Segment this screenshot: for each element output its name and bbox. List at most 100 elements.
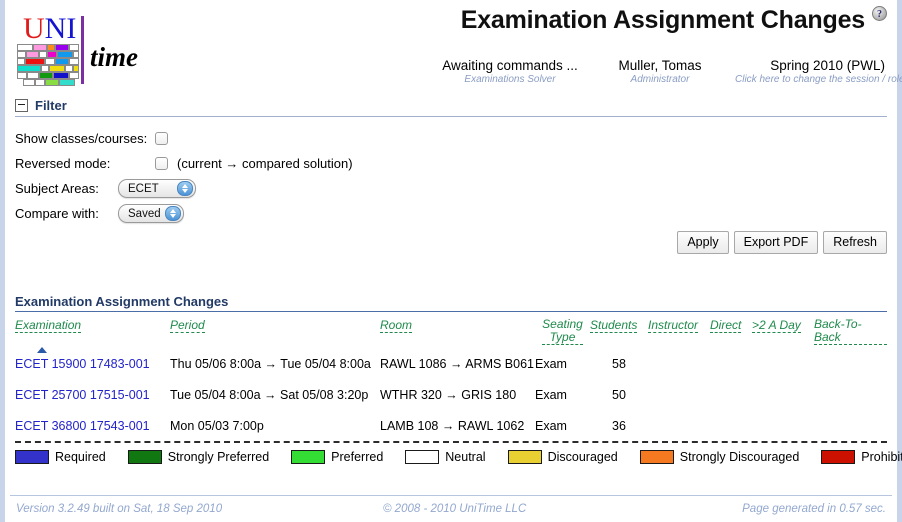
preference-legend: Required Strongly Preferred Preferred Ne…	[15, 441, 902, 464]
legend-swatch-required	[15, 450, 49, 464]
cell-students: 36	[612, 419, 626, 433]
session-change-link[interactable]: Click here to change the session / role.	[735, 74, 902, 85]
legend-label: Preferred	[331, 450, 384, 464]
cell-seating-type: Exam	[535, 419, 567, 433]
cell-direct	[710, 348, 752, 379]
cell-instructor	[648, 379, 710, 410]
compare-with-select[interactable]: Saved	[118, 204, 184, 223]
action-button-row: Apply Export PDF Refresh	[677, 231, 887, 254]
legend-swatch-strongly-discouraged	[639, 450, 674, 464]
academic-session[interactable]: Spring 2010 (PWL) Click here to change t…	[735, 58, 902, 85]
legend-swatch-prohibited	[821, 450, 856, 464]
cell-seating-type: Exam	[535, 357, 567, 371]
legend-item: Discouraged	[507, 450, 618, 464]
cell-back-to-back	[814, 410, 887, 441]
cell-back-to-back	[814, 348, 887, 379]
subject-areas-label: Subject Areas:	[15, 181, 99, 196]
user-role: Administrator	[630, 74, 690, 85]
examination-link[interactable]: ECET 15900 17483-001	[15, 357, 150, 371]
legend-item: Neutral	[405, 450, 486, 464]
col-header-room[interactable]: Room	[380, 312, 535, 348]
footer-copyright: © 2008 - 2010 UniTime LLC	[383, 503, 527, 515]
help-icon[interactable]: ?	[872, 6, 887, 21]
cell-students: 58	[612, 357, 626, 371]
legend-label: Strongly Preferred	[167, 450, 270, 464]
table-row[interactable]: ECET 15900 17483-001 Thu 05/06 8:00a → T…	[15, 348, 887, 379]
stepper-arrows-icon[interactable]	[165, 206, 181, 221]
col-header-seating-type[interactable]: Seating Type	[535, 312, 590, 348]
filter-section-header: Filter	[15, 96, 887, 117]
cell-room: LAMB 108 → RAWL 1062	[380, 419, 525, 433]
legend-swatch-neutral	[405, 450, 440, 464]
filter-row-show-classes: Show classes/courses:	[15, 126, 897, 151]
unitime-logo[interactable]: UNI time	[15, 14, 138, 88]
sort-ascending-icon	[37, 347, 47, 353]
examination-link[interactable]: ECET 25700 17515-001	[15, 388, 150, 402]
legend-item: Required	[15, 450, 106, 464]
filter-section-title: Filter	[35, 97, 67, 113]
page-title: Examination Assignment Changes	[460, 6, 865, 34]
session-status-bar: Awaiting commands ... Examinations Solve…	[435, 58, 902, 85]
stepper-arrows-icon[interactable]	[177, 181, 193, 196]
legend-item: Prohibited	[821, 450, 902, 464]
legend-swatch-strongly-preferred	[127, 450, 162, 464]
legend-item: Preferred	[291, 450, 383, 464]
cell-seating-type: Exam	[535, 388, 567, 402]
table-row[interactable]: ECET 25700 17515-001 Tue 05/04 8:00a → S…	[15, 379, 887, 410]
cell-room: WTHR 320 → GRIS 180	[380, 388, 517, 402]
table-header-row: Examination Period Room Seating Type Stud…	[15, 312, 887, 353]
legend-label: Discouraged	[547, 450, 618, 464]
cell-examination[interactable]: ECET 36800 17543-001	[15, 410, 170, 441]
legend-swatch-discouraged	[507, 450, 542, 464]
logo-timetable-grid	[17, 44, 79, 86]
subject-areas-select[interactable]: ECET	[118, 179, 196, 198]
legend-label: Neutral	[445, 450, 486, 464]
legend-item: Strongly Discouraged	[639, 450, 799, 464]
cell-two-a-day	[752, 379, 814, 410]
reversed-mode-note: (current → compared solution)	[177, 156, 353, 171]
logo-uni-text: UNI	[23, 14, 76, 44]
col-header-period[interactable]: Period	[170, 312, 380, 348]
reversed-mode-checkbox[interactable]	[155, 157, 168, 170]
table-row[interactable]: ECET 36800 17543-001 Mon 05/03 7:00p LAM…	[15, 410, 887, 441]
legend-item: Strongly Preferred	[127, 450, 270, 464]
cell-period: Thu 05/06 8:00a → Tue 05/04 8:00a	[170, 357, 371, 371]
col-header-back-to-back[interactable]: Back-To-Back	[814, 312, 887, 348]
results-section: Examination Assignment Changes Examinati…	[5, 294, 897, 441]
user-info[interactable]: Muller, Tomas Administrator	[585, 58, 735, 85]
apply-button[interactable]: Apply	[677, 231, 729, 254]
col-header-instructor[interactable]: Instructor	[648, 312, 710, 348]
cell-instructor	[648, 348, 710, 379]
cell-room: RAWL 1086 → ARMS B061	[380, 357, 535, 371]
filter-body: Show classes/courses: Reversed mode: (cu…	[15, 126, 897, 226]
results-title: Examination Assignment Changes	[15, 294, 887, 312]
col-header-students[interactable]: Students	[590, 312, 648, 348]
collapse-toggle-icon[interactable]	[15, 98, 28, 112]
examination-link[interactable]: ECET 36800 17543-001	[15, 419, 150, 433]
legend-label: Prohibited	[861, 450, 902, 464]
export-pdf-button[interactable]: Export PDF	[733, 231, 819, 254]
solver-status: Awaiting commands ... Examinations Solve…	[435, 58, 585, 85]
cell-period: Mon 05/03 7:00p	[170, 419, 264, 433]
page-footer: Version 3.2.49 built on Sat, 18 Sep 2010…	[10, 495, 892, 522]
col-header-direct[interactable]: Direct	[710, 312, 752, 348]
solver-status-sub: Examinations Solver	[464, 74, 556, 85]
footer-generated-time: Page generated in 0.57 sec.	[742, 503, 886, 515]
show-classes-checkbox[interactable]	[155, 132, 168, 145]
logo-divider	[81, 16, 84, 84]
page-header: UNI time Examination Assignment Changes …	[5, 0, 902, 96]
logo-time-text: time	[90, 42, 138, 72]
cell-back-to-back	[814, 379, 887, 410]
cell-direct	[710, 410, 752, 441]
cell-examination[interactable]: ECET 25700 17515-001	[15, 379, 170, 410]
assignment-changes-table: Examination Period Room Seating Type Stud…	[15, 312, 887, 441]
cell-students: 50	[612, 388, 626, 402]
col-header-two-a-day[interactable]: >2 A Day	[752, 312, 814, 348]
refresh-button[interactable]: Refresh	[823, 231, 887, 254]
col-header-examination[interactable]: Examination	[15, 312, 170, 353]
session-name: Spring 2010 (PWL)	[770, 58, 885, 73]
legend-swatch-preferred	[291, 450, 326, 464]
filter-row-compare-with: Compare with: Saved	[15, 201, 897, 226]
cell-direct	[710, 379, 752, 410]
legend-label: Required	[55, 450, 106, 464]
